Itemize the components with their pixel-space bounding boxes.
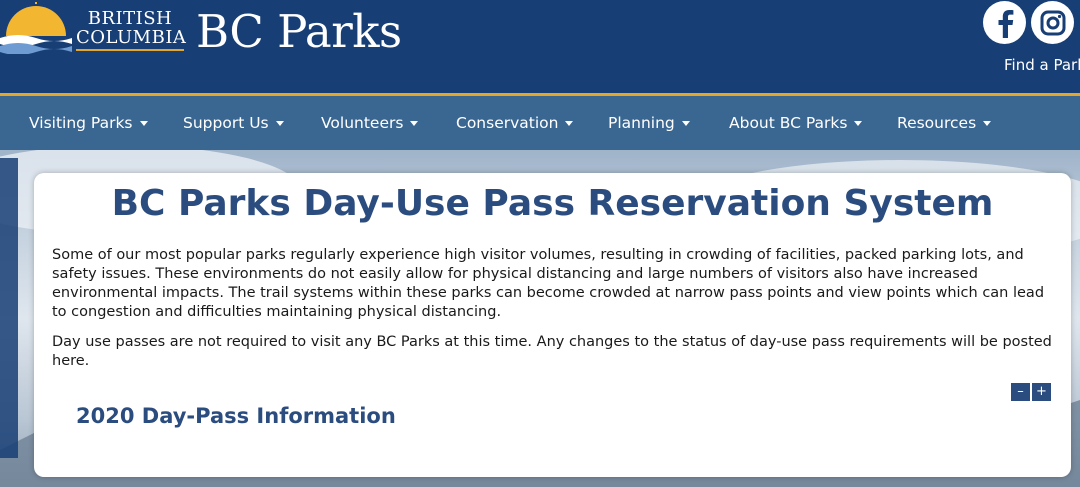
side-panel-edge [0, 158, 18, 458]
nav-item-planning[interactable]: Planning [608, 96, 690, 150]
bc-parks-brand[interactable]: BC Parks [196, 4, 402, 60]
nav-item-support-us[interactable]: Support Us [183, 96, 284, 150]
caret-down-icon [410, 120, 419, 126]
wordmark-line2: COLUMBIA [76, 27, 187, 48]
bc-government-wordmark[interactable]: BRITISH COLUMBIA [76, 8, 187, 51]
nav-item-resources[interactable]: Resources [897, 96, 992, 150]
content-card: BC Parks Day-Use Pass Reservation System… [34, 173, 1071, 477]
facebook-link[interactable] [983, 1, 1026, 44]
nav-item-label: Volunteers [321, 114, 404, 132]
find-a-park-link[interactable]: Find a Park [1004, 56, 1080, 74]
nav-item-conservation[interactable]: Conservation [456, 96, 574, 150]
collapse-all-button[interactable]: – [1011, 383, 1030, 401]
nav-item-volunteers[interactable]: Volunteers [321, 96, 419, 150]
instagram-link[interactable] [1031, 1, 1074, 44]
wordmark-underline [76, 49, 184, 51]
caret-down-icon [565, 120, 574, 126]
nav-item-visiting-parks[interactable]: Visiting Parks [29, 96, 148, 150]
nav-item-label: Conservation [456, 114, 559, 132]
instagram-icon [1040, 10, 1065, 35]
intro-paragraph: Some of our most popular parks regularly… [52, 247, 1045, 320]
site-header: BRITISH COLUMBIA BC Parks Find a Park [0, 0, 1080, 93]
nav-item-label: About BC Parks [729, 114, 848, 132]
wordmark-line1: BRITISH [87, 8, 173, 29]
caret-down-icon [983, 120, 992, 126]
caret-down-icon [681, 120, 690, 126]
nav-item-about-bc-parks[interactable]: About BC Parks [729, 96, 863, 150]
caret-down-icon [275, 120, 284, 126]
status-paragraph: Day use passes are not required to visit… [52, 334, 1052, 369]
nav-item-label: Resources [897, 114, 977, 132]
accordion-heading-2020-day-pass[interactable]: 2020 Day-Pass Information [76, 402, 396, 430]
nav-item-label: Visiting Parks [29, 114, 133, 132]
caret-down-icon [139, 120, 148, 126]
bc-sun-logo-icon [0, 2, 72, 54]
main-nav: Visiting Parks Support Us Volunteers Con… [0, 96, 1080, 150]
page-title: BC Parks Day-Use Pass Reservation System [111, 183, 994, 224]
caret-down-icon [854, 120, 863, 126]
expand-all-button[interactable]: + [1032, 383, 1051, 401]
nav-item-label: Support Us [183, 114, 269, 132]
nav-item-label: Planning [608, 114, 675, 132]
facebook-icon [998, 9, 1013, 38]
accordion-controls: – + [1011, 383, 1051, 401]
